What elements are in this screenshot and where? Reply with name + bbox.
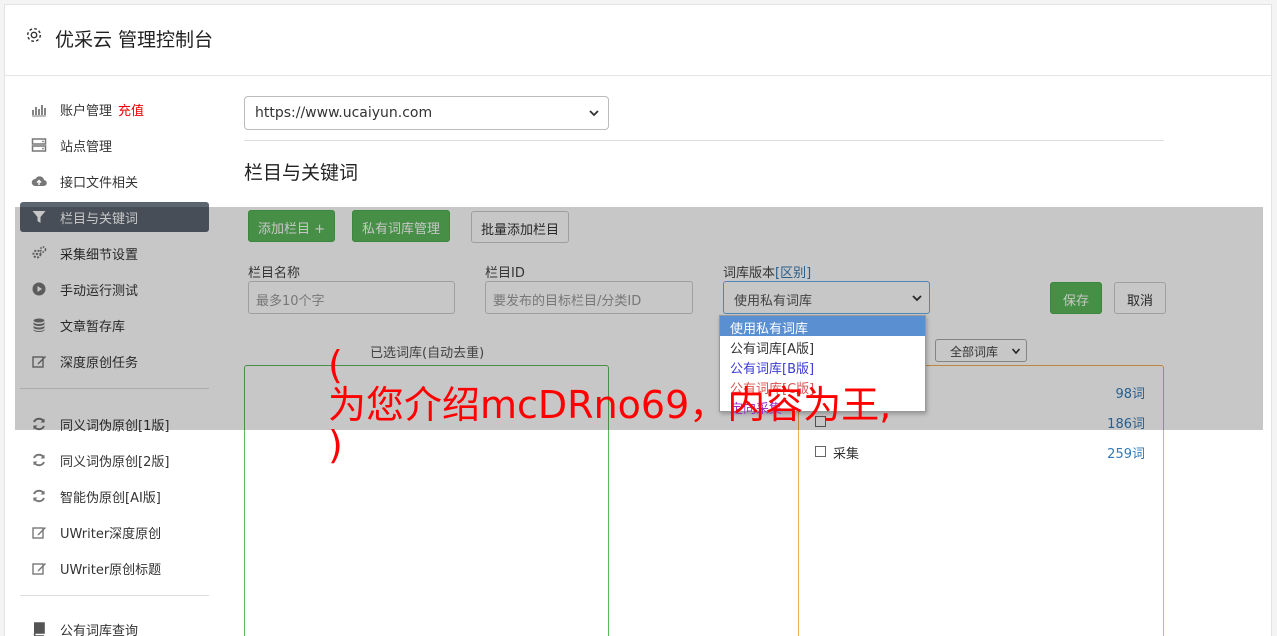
- sidebar-item-label: 公有词库查询: [60, 624, 139, 636]
- book-icon: [33, 622, 45, 636]
- lib-version-select[interactable]: 使用私有词库: [723, 281, 930, 314]
- sidebar-item-label: 同义词伪原创[2版]: [60, 455, 170, 470]
- save-button[interactable]: 保存: [1050, 282, 1103, 314]
- refresh-icon: [33, 453, 45, 467]
- database-icon: [33, 318, 45, 332]
- server-icon: [31, 138, 47, 152]
- sidebar: 账户管理 充值 站点管理接口文件相关 栏目与关键词 采集细节设置 手动运行测试 文章暂存库深…: [20, 94, 209, 636]
- sidebar-item-label: 深度原创任务: [60, 356, 139, 371]
- sidebar-item-label: 手动运行测试: [60, 284, 139, 299]
- sidebar-item[interactable]: 同义词伪原创[1版]: [20, 409, 209, 439]
- edit-icon: [32, 563, 46, 575]
- app-title: 优采云 管理控制台: [55, 29, 214, 51]
- refresh-icon: [33, 489, 45, 503]
- cogs-icon: [32, 246, 47, 259]
- edit-icon: [32, 356, 46, 368]
- add-column-button[interactable]: 添加栏目 +: [248, 210, 336, 242]
- sidebar-item[interactable]: 采集细节设置: [20, 238, 209, 268]
- cancel-button[interactable]: 取消: [1114, 282, 1167, 314]
- sidebar-item[interactable]: 公有词库查询: [20, 614, 209, 636]
- sidebar-item-label: 站点管理: [60, 140, 113, 155]
- recharge-link[interactable]: 充值: [118, 104, 144, 119]
- sidebar-divider: [20, 388, 209, 389]
- section-title: 栏目与关键词: [244, 162, 359, 184]
- column-name-input[interactable]: 最多10个字: [248, 281, 455, 314]
- chevron-down-icon: [589, 110, 599, 117]
- sidebar-item-label: UWriter深度原创: [60, 527, 162, 542]
- sidebar-divider: [20, 595, 209, 596]
- sidebar-item[interactable]: UWriter深度原创: [20, 517, 209, 547]
- sidebar-item-label: 栏目与关键词: [60, 212, 139, 227]
- sidebar-item[interactable]: 文章暂存库: [20, 310, 209, 340]
- sidebar-item-label: 账户管理 充值: [60, 104, 145, 119]
- site-select[interactable]: https://www.ucaiyun.com: [244, 96, 609, 130]
- divider: [244, 140, 1164, 141]
- filter-icon: [32, 211, 46, 223]
- lib-word-count: 259词: [1107, 447, 1145, 462]
- sidebar-item-label: 采集细节设置: [60, 248, 139, 263]
- lib-filter-select[interactable]: 全部词库: [935, 339, 1027, 362]
- sidebar-item-label: 接口文件相关: [60, 176, 139, 191]
- sidebar-item-label: 智能伪原创[AI版]: [60, 491, 161, 506]
- sidebar-item[interactable]: UWriter原创标题: [20, 553, 209, 583]
- sidebar-item-label: 文章暂存库: [60, 320, 126, 335]
- version-diff-link[interactable]: [区别]: [775, 266, 811, 281]
- play-circle-icon: [32, 282, 46, 296]
- lib-word-count: 186词: [1107, 417, 1145, 432]
- column-id-input[interactable]: 要发布的目标栏目/分类ID: [485, 281, 693, 314]
- lib-word-count: 98词: [1115, 387, 1145, 402]
- dropdown-option[interactable]: 使用私有词库: [720, 316, 925, 337]
- column-name-label: 栏目名称: [248, 266, 301, 281]
- lib-version-label: 词库版本[区别]: [723, 266, 812, 281]
- sidebar-item[interactable]: 智能伪原创[AI版]: [20, 481, 209, 511]
- sidebar-item-label: UWriter原创标题: [60, 563, 162, 578]
- gear-icon: [26, 27, 42, 43]
- sidebar-item-label: 同义词伪原创[1版]: [60, 419, 170, 434]
- sidebar-item[interactable]: 站点管理: [20, 130, 209, 160]
- private-lib-button[interactable]: 私有词库管理: [352, 210, 451, 242]
- sidebar-item[interactable]: 深度原创任务: [20, 346, 209, 376]
- watermark-text: ( 为您介绍mcDRno69，内容为王, ): [328, 343, 892, 467]
- edit-icon: [32, 527, 46, 539]
- sidebar-item[interactable]: 同义词伪原创[2版]: [20, 445, 209, 475]
- sidebar-item[interactable]: 接口文件相关: [20, 166, 209, 196]
- batch-add-button[interactable]: 批量添加栏目: [471, 211, 570, 243]
- column-id-label: 栏目ID: [485, 266, 525, 281]
- chevron-down-icon: [912, 295, 922, 302]
- bar-chart-icon: [32, 105, 46, 117]
- sidebar-item[interactable]: 账户管理 充值: [20, 94, 209, 124]
- chevron-down-icon: [1011, 348, 1021, 355]
- sidebar-item[interactable]: 栏目与关键词: [20, 202, 209, 232]
- cloud-upload-icon: [31, 176, 47, 187]
- refresh-icon: [33, 417, 45, 431]
- sidebar-item[interactable]: 手动运行测试: [20, 274, 209, 304]
